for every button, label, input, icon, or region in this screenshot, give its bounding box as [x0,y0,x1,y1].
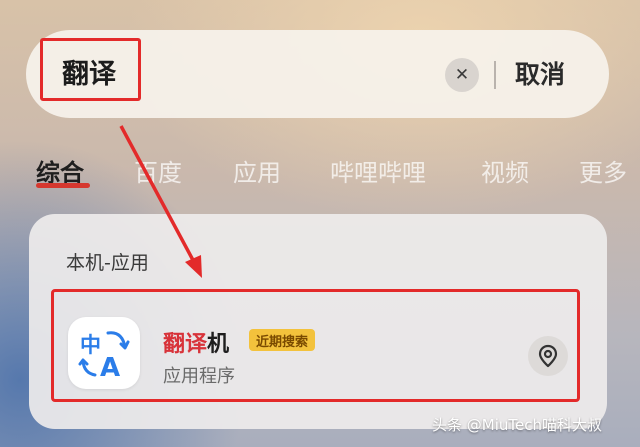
cancel-button[interactable]: 取消 [515,55,565,91]
tab-video[interactable]: 视频 [481,153,529,188]
close-icon: ✕ [454,65,470,85]
annotation-box-result [51,289,580,402]
section-title: 本机-应用 [66,252,149,274]
active-tab-indicator [36,183,90,188]
annotation-box-query [40,38,141,101]
watermark: 头条 @MiuTech喵科大叔 [432,416,602,434]
clear-search-button[interactable]: ✕ [445,58,479,92]
search-divider [494,61,496,89]
tab-more[interactable]: 更多 [579,153,627,188]
tab-baidu[interactable]: 百度 [134,153,182,188]
tab-bilibili[interactable]: 哔哩哔哩 [330,153,426,188]
tab-apps[interactable]: 应用 [233,153,281,188]
